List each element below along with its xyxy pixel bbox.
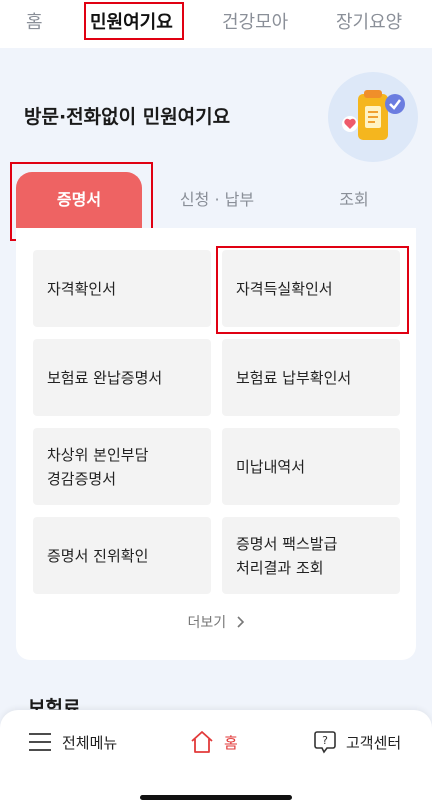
tab-certificates[interactable]: 증명서 [16,172,142,228]
home-indicator[interactable] [140,795,292,800]
page-title: 방문·전화없이 민원여기요 [24,106,231,128]
svg-text:?: ? [322,734,328,747]
tab-long-term-care[interactable]: 장기요양 [336,6,402,40]
tab-health[interactable]: 건강모아 [222,6,288,40]
more-label: 더보기 [187,615,227,631]
top-tab-bar: 홈 민원여기요 건강모아 장기요양 [0,0,432,48]
nav-all-menu-label: 전체메뉴 [62,733,118,752]
nav-home-label: 홈 [224,733,238,752]
tile-eligibility-history-certificate[interactable]: 자격득실확인서 [222,250,400,327]
tile-fax-issuance-result[interactable]: 증명서 팩스발급 처리결과 조회 [222,517,400,594]
tile-copay-reduction-certificate[interactable]: 차상위 본인부담 경감증명서 [33,428,211,505]
tile-certificate-verification[interactable]: 증명서 진위확인 [33,517,211,594]
tab-home[interactable]: 홈 [26,6,43,40]
nav-home[interactable]: 홈 [190,728,238,756]
menu-icon [29,733,51,751]
tile-eligibility-certificate[interactable]: 자격확인서 [33,250,211,327]
tab-inquiry[interactable]: 조회 [292,172,416,228]
home-icon [191,731,213,753]
help-icon: ? [314,731,336,754]
tile-premium-paid-certificate[interactable]: 보험료 완납증명서 [33,339,211,416]
document-illustration-icon [328,72,418,162]
nav-customer-center-label: 고객센터 [346,733,402,752]
tile-unpaid-statement[interactable]: 미납내역서 [222,428,400,505]
nav-customer-center[interactable]: ? 고객센터 [314,728,401,756]
bottom-navigation: 전체메뉴 홈 ? 고객센터 [0,710,432,808]
tab-apply-pay[interactable]: 신청 · 납부 [154,172,280,228]
tab-civil-service[interactable]: 민원여기요 [90,6,173,40]
nav-all-menu[interactable]: 전체메뉴 [28,728,117,756]
more-link[interactable]: 더보기 [16,612,416,632]
tile-premium-payment-confirmation[interactable]: 보험료 납부확인서 [222,339,400,416]
chevron-right-icon [236,616,244,628]
